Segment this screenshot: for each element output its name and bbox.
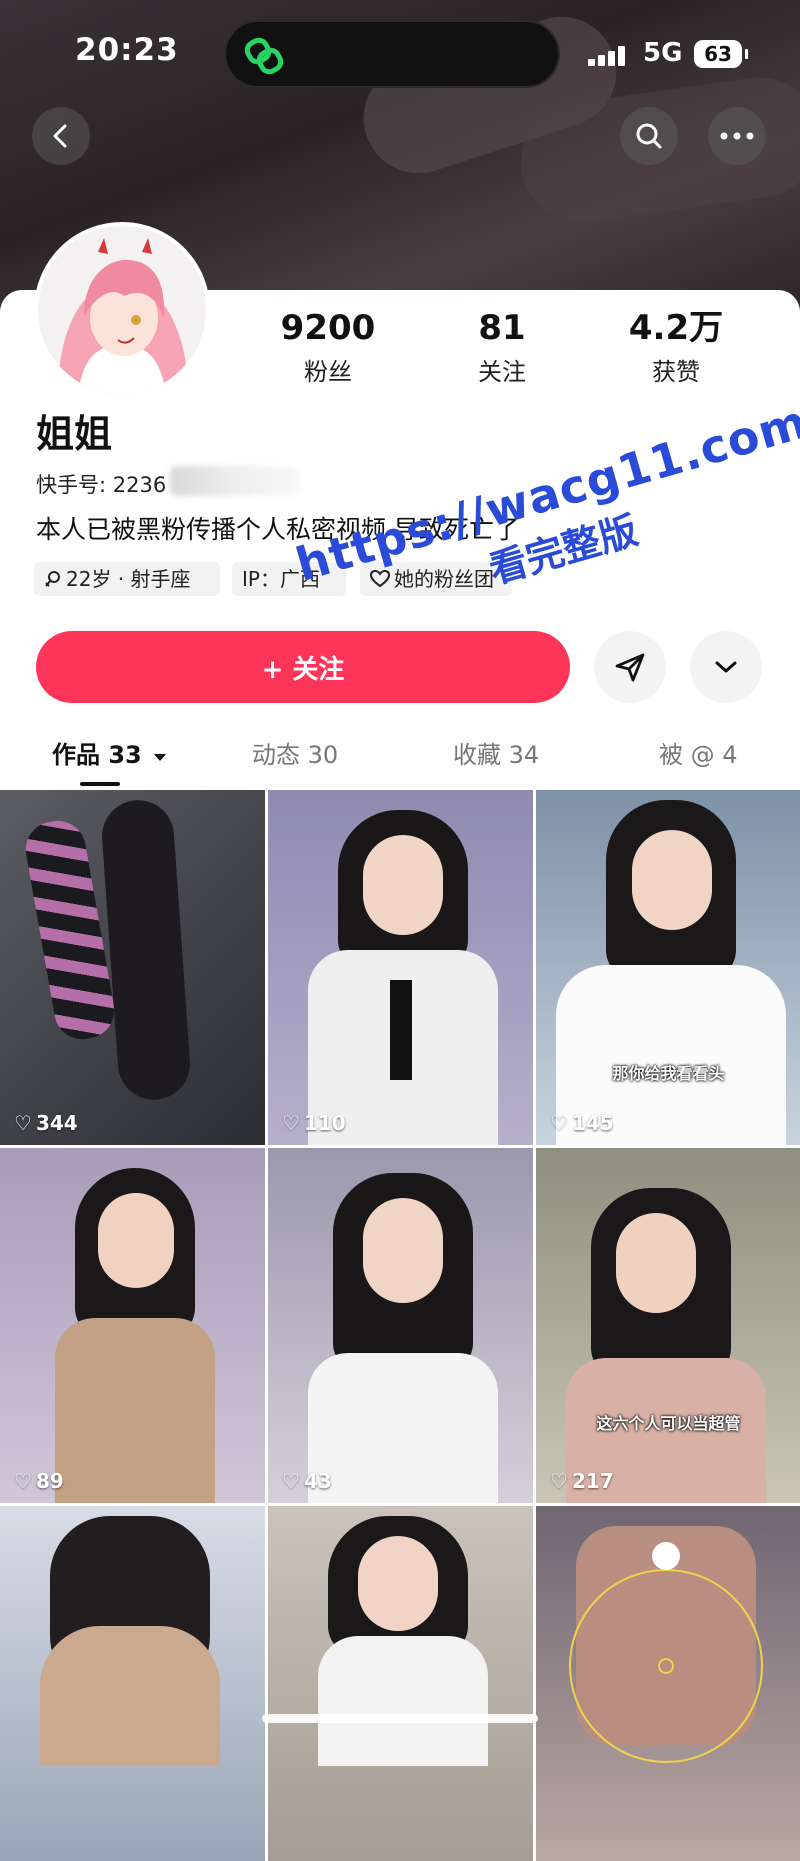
like-count: ♡ 110 — [282, 1111, 346, 1135]
profile-name: 姐姐 — [36, 412, 113, 456]
tab-label: 作品 33 — [52, 741, 142, 769]
battery-icon: 63 — [694, 40, 748, 68]
chevron-left-icon — [53, 124, 67, 148]
tag-age: 22岁 · 射手座 — [34, 562, 220, 596]
video-thumbnail[interactable]: ♡ 344 — [0, 790, 265, 1145]
send-icon — [615, 653, 645, 682]
more-horizontal-icon — [720, 132, 754, 140]
heart-icon: ♡ — [282, 1469, 300, 1493]
stat-label: 关注 — [478, 358, 526, 386]
search-icon — [636, 123, 662, 149]
chevron-down-icon — [715, 661, 737, 673]
more-button[interactable] — [708, 107, 766, 165]
user-id-redaction — [170, 466, 300, 496]
tab-favorites[interactable]: 收藏 34 — [453, 735, 539, 770]
avatar[interactable] — [34, 222, 210, 398]
like-count: ♡ 145 — [550, 1111, 614, 1135]
tab-label: 被 @ 4 — [659, 741, 738, 769]
tab-mentions[interactable]: 被 @ 4 — [659, 735, 738, 770]
video-thumbnail[interactable] — [536, 1506, 800, 1861]
stat-value: 81 — [478, 308, 526, 348]
stat-value: 4.2万 — [628, 308, 724, 348]
like-count: ♡ 217 — [550, 1469, 614, 1493]
follow-button[interactable]: + 关注 — [36, 631, 570, 703]
crop-circle-overlay — [569, 1542, 763, 1763]
home-indicator[interactable] — [262, 1714, 538, 1723]
video-subtitle: 这六个人可以当超管 — [596, 1414, 741, 1433]
tab-works[interactable]: 作品 33 — [52, 735, 168, 770]
heart-icon: ♡ — [282, 1111, 300, 1135]
follow-label: + 关注 — [261, 654, 345, 685]
avatar-illustration — [38, 226, 206, 394]
tag-text: 22岁 · 射手座 — [66, 567, 191, 591]
user-id: 快手号: 2236 — [36, 473, 167, 497]
video-thumbnail[interactable]: ♡ 89 — [0, 1148, 265, 1503]
content-tabs: 作品 33 动态 30 收藏 34 被 @ 4 — [0, 735, 800, 785]
signal-icon — [588, 44, 632, 66]
video-thumbnail[interactable] — [268, 1506, 533, 1861]
status-time: 20:23 — [75, 32, 179, 68]
search-button[interactable] — [620, 107, 678, 165]
share-button[interactable] — [594, 631, 666, 703]
tab-moments[interactable]: 动态 30 — [252, 735, 338, 770]
video-thumbnail[interactable]: 那你给我看看头 ♡ 145 — [536, 790, 800, 1145]
tab-label: 动态 30 — [252, 741, 339, 769]
caret-down-icon — [154, 754, 167, 761]
network-type: 5G — [643, 38, 683, 68]
dynamic-island — [224, 20, 560, 88]
heart-icon: ♡ — [14, 1111, 32, 1135]
back-button[interactable] — [32, 107, 90, 165]
stat-likes[interactable]: 4.2万 获赞 — [606, 308, 746, 387]
active-tab-indicator — [80, 782, 120, 786]
stat-followers[interactable]: 9200 粉丝 — [258, 308, 398, 387]
like-count: ♡ 89 — [14, 1469, 64, 1493]
heart-icon: ♡ — [550, 1469, 568, 1493]
like-count: ♡ 43 — [282, 1469, 332, 1493]
stat-label: 获赞 — [652, 358, 700, 386]
like-count: ♡ 344 — [14, 1111, 78, 1135]
tab-label: 收藏 34 — [453, 741, 540, 769]
female-icon — [45, 571, 60, 587]
stat-following[interactable]: 81 关注 — [432, 308, 572, 387]
stat-label: 粉丝 — [304, 358, 352, 386]
heart-icon: ♡ — [550, 1111, 568, 1135]
video-subtitle: 那你给我看看头 — [612, 1064, 725, 1083]
video-thumbnail[interactable]: 这六个人可以当超管 ♡ 217 — [536, 1148, 800, 1503]
video-thumbnail[interactable]: ♡ 110 — [268, 790, 533, 1145]
stat-value: 9200 — [280, 308, 376, 348]
video-thumbnail[interactable] — [0, 1506, 265, 1861]
video-thumbnail[interactable]: ♡ 43 — [268, 1148, 533, 1503]
heart-icon: ♡ — [14, 1469, 32, 1493]
more-actions-button[interactable] — [690, 631, 762, 703]
link-icon — [244, 37, 284, 75]
status-bar: 20:23 5G 63 — [0, 0, 800, 100]
